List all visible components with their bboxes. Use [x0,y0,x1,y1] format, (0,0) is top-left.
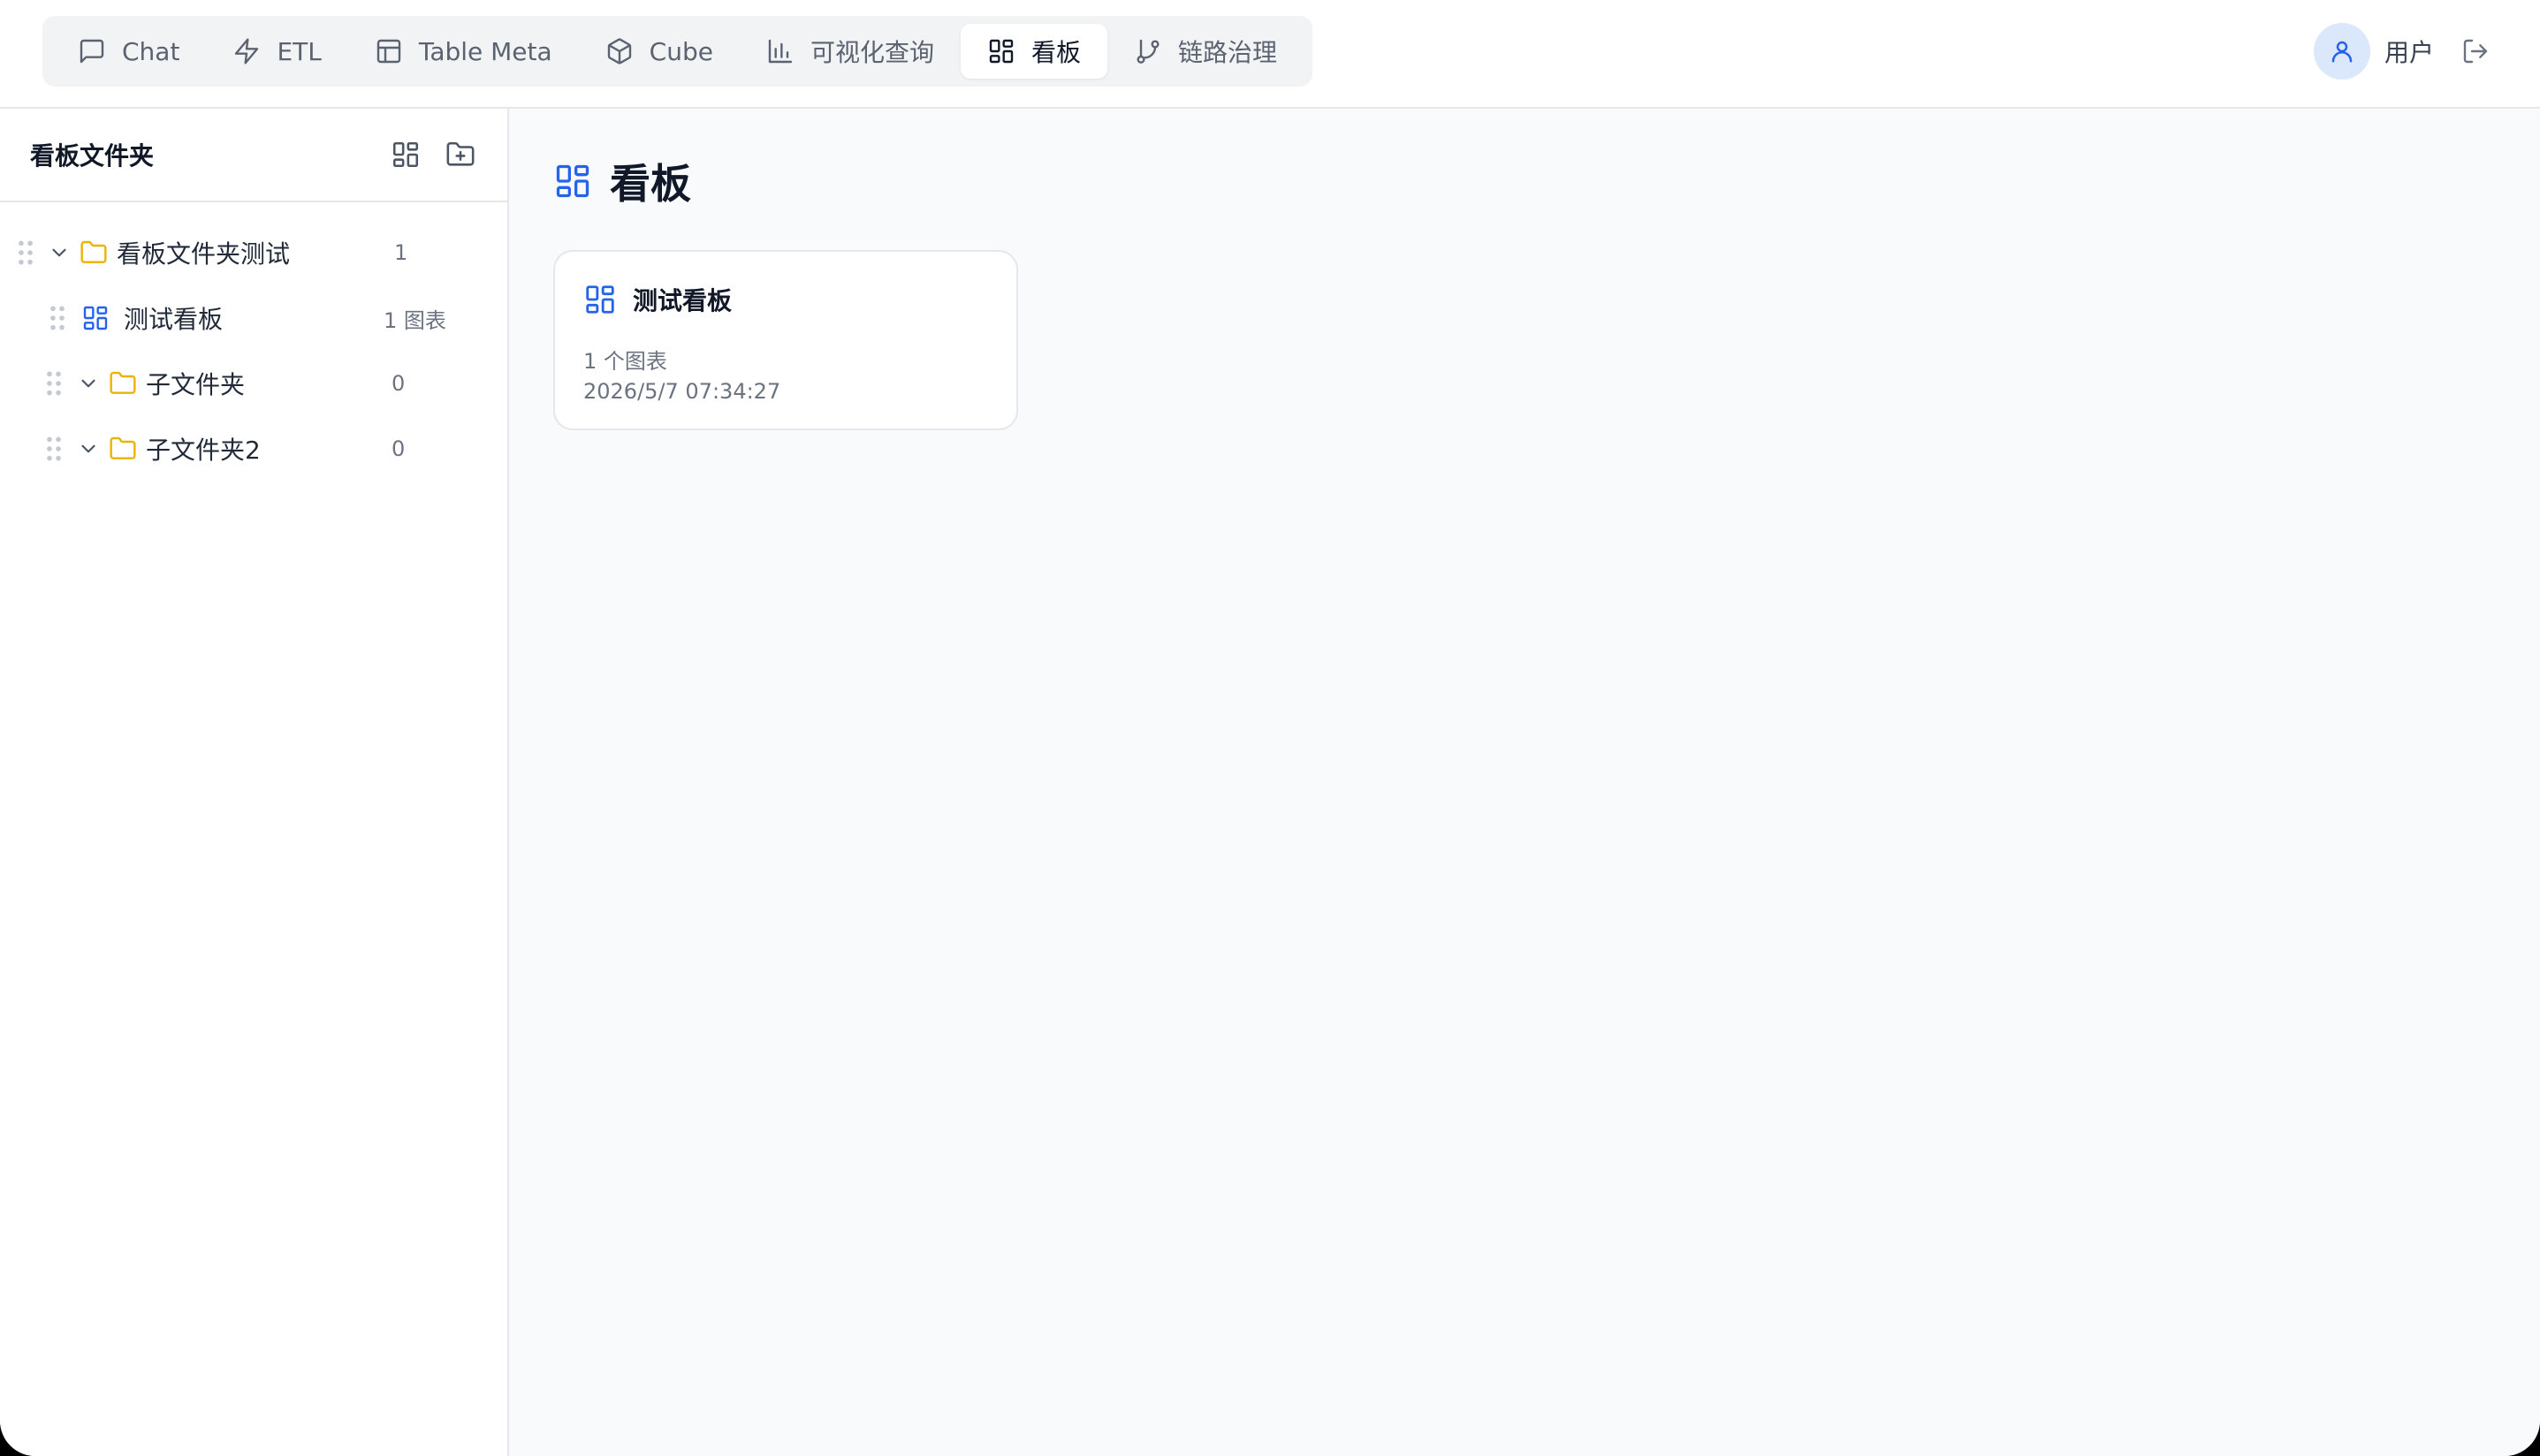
tab-lineage-governance[interactable]: 链路治理 [1107,24,1304,79]
sidebar-header: 看板文件夹 [0,109,507,202]
app-window: Chat ETL Table Meta Cube 可视化查询 看板 链路治理 用… [0,0,2540,1456]
tab-label: Chat [122,36,180,66]
zap-icon [235,38,259,64]
drag-handle-icon[interactable] [46,371,62,396]
tree-node-dashboard[interactable]: 测试看板 1 图表 [0,285,507,351]
avatar[interactable] [2313,23,2370,80]
tree-node-label: 测试看板 [124,305,224,334]
logout-icon [2463,39,2488,64]
new-dashboard-button[interactable] [389,138,422,171]
tab-cube[interactable]: Cube [579,24,740,79]
table-icon [376,39,401,64]
tree-node-label: 子文件夹2 [146,436,261,465]
user-icon [2331,41,2353,63]
dashboard-icon [556,164,589,198]
tab-table-meta[interactable]: Table Meta [348,24,579,79]
user-name: 用户 [2384,38,2434,67]
folder-icon [80,239,108,267]
main-content: 看板 测试看板 1 个图表 2026/5/7 07:34:27 [509,109,2540,1456]
tree-node-folder[interactable]: 子文件夹 0 [0,351,507,416]
card-timestamp: 2026/5/7 07:34:27 [583,379,781,404]
dashboard-icon [81,304,110,332]
tree-node-label: 子文件夹 [146,370,246,399]
tree-node-count: 1 图表 [384,307,446,333]
tab-label: ETL [277,36,322,66]
git-branch-icon [1137,39,1160,64]
chevron-down-icon[interactable] [48,241,71,264]
dashboard-icon [989,39,1014,64]
card-title: 测试看板 [633,286,733,315]
message-square-icon [80,39,104,64]
folder-tree: 看板文件夹测试 1 测试看板 1 图表 子文件夹 0 子文件夹2 0 [0,202,507,482]
dashboard-icon [392,141,419,168]
tree-node-count: 0 [392,371,406,396]
tab-dashboard[interactable]: 看板 [960,24,1107,79]
dashboard-card[interactable]: 测试看板 1 个图表 2026/5/7 07:34:27 [553,250,1018,430]
tab-etl[interactable]: ETL [206,24,347,79]
card-header: 测试看板 [583,282,732,317]
page-title: 看板 [553,155,691,208]
bar-chart-icon [768,39,793,64]
sidebar-title: 看板文件夹 [30,141,155,171]
dashboard-icon [586,285,614,314]
folder-icon [109,369,137,398]
tab-label: Cube [649,36,713,66]
user-area: 用户 [2313,23,2491,80]
drag-handle-icon[interactable] [46,436,62,461]
tree-node-folder[interactable]: 子文件夹2 0 [0,416,507,482]
tab-chat[interactable]: Chat [51,24,206,79]
cube-icon [607,38,631,64]
nav-tabs: Chat ETL Table Meta Cube 可视化查询 看板 链路治理 [42,16,1313,87]
page-title-text: 看板 [610,160,691,208]
tree-node-count: 0 [392,436,406,461]
tab-label: 看板 [1030,38,1081,67]
top-nav-bar: Chat ETL Table Meta Cube 可视化查询 看板 链路治理 用… [0,0,2540,109]
tab-label: Table Meta [418,36,552,66]
folder-icon [109,435,137,463]
drag-handle-icon[interactable] [18,240,34,265]
folder-plus-icon [446,141,475,166]
folder-sidebar: 看板文件夹 看板文件夹测试 1 测试看板 1 图表 子文件夹 0 子文件夹2 0 [0,109,509,1456]
card-chart-count: 1 个图表 [583,349,667,374]
tab-label: 可视化查询 [810,38,934,67]
tree-node-label: 看板文件夹测试 [117,239,291,269]
chevron-down-icon[interactable] [77,437,100,460]
drag-handle-icon[interactable] [49,306,65,330]
logout-button[interactable] [2460,36,2491,66]
tab-visual-query[interactable]: 可视化查询 [740,24,961,79]
sidebar-actions [389,138,477,171]
tab-label: 链路治理 [1178,38,1278,67]
tree-node-count: 1 [394,240,408,265]
new-folder-button[interactable] [444,138,477,171]
chevron-down-icon[interactable] [77,372,100,395]
tree-node-folder[interactable]: 看板文件夹测试 1 [0,220,507,285]
